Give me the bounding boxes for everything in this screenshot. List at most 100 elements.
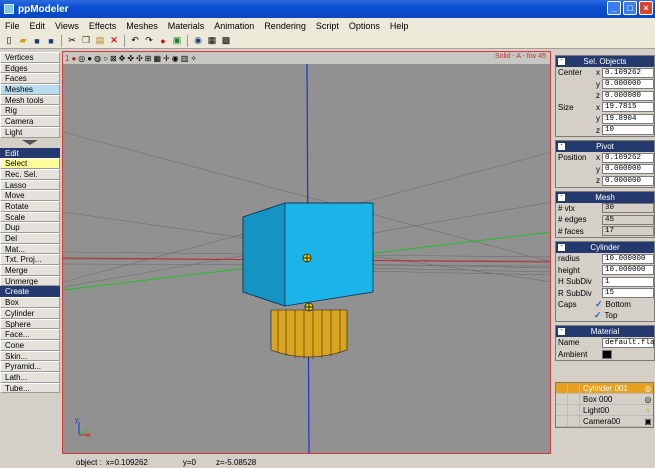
tool-vertices[interactable]: Vertices (0, 52, 60, 63)
tool-cone[interactable]: Cone (0, 339, 60, 351)
tool-skin[interactable]: Skin... (0, 350, 60, 362)
axis-toggle-icon[interactable]: ✛ (163, 54, 170, 63)
tool-lath[interactable]: Lath... (0, 371, 60, 383)
save-as-icon[interactable]: ■ (45, 35, 57, 47)
view-eye-icon[interactable]: ◉ (192, 35, 204, 47)
cylinder-object[interactable] (270, 309, 348, 359)
tool-cylinder[interactable]: Cylinder (0, 307, 60, 319)
tool-rotate[interactable]: Rotate (0, 200, 60, 212)
menu-file[interactable]: File (0, 21, 25, 31)
material-name-field[interactable]: default.fla (602, 337, 655, 348)
collapse-icon[interactable]: - (558, 327, 565, 335)
save-icon[interactable]: ■ (31, 35, 43, 47)
menu-edit[interactable]: Edit (25, 21, 51, 31)
tool-rec-sel[interactable]: Rec. Sel. (0, 168, 60, 180)
center-z-field[interactable]: 0.000000 (602, 90, 654, 101)
layout-toggle-icon[interactable]: ▥ (181, 54, 189, 63)
tool-rig[interactable]: Rig (0, 105, 60, 117)
center-x-field[interactable]: 0.109262 (602, 67, 654, 78)
tool-mat[interactable]: Mat... (0, 243, 60, 255)
menu-options[interactable]: Options (344, 21, 385, 31)
collapse-icon[interactable]: - (558, 243, 565, 251)
collapse-icon[interactable]: - (558, 57, 565, 65)
3d-viewport[interactable]: y x 1 ● ◎ ● ◍ ○ ⊠ ✥ ✜ ✣ ⊞ ▦ ✛ ◉ ▥ ✧ Soli… (62, 51, 551, 454)
close-button[interactable]: × (639, 1, 653, 15)
ambient-swatch[interactable] (602, 349, 612, 359)
cut-icon[interactable]: ✂ (66, 35, 78, 47)
open-folder-icon[interactable]: ▰ (17, 35, 29, 47)
camera-view-icon[interactable]: ⊠ (110, 54, 117, 63)
list-item[interactable]: Cylinder 001 ◎ (556, 382, 653, 394)
solid-icon[interactable]: ◎ (78, 54, 85, 63)
minimize-button[interactable]: _ (607, 1, 621, 15)
tool-select[interactable]: Select (0, 158, 60, 169)
size-z-field[interactable]: 10 (602, 125, 654, 136)
tool-faces[interactable]: Faces (0, 73, 60, 85)
tool-tube[interactable]: Tube... (0, 382, 60, 394)
tool-face[interactable]: Face... (0, 329, 60, 340)
maximize-button[interactable]: □ (623, 1, 637, 15)
tool-mesh-tools[interactable]: Mesh tools (0, 94, 60, 106)
tool-dup[interactable]: Dup (0, 222, 60, 233)
grid-toggle-icon[interactable]: ▦ (153, 54, 161, 63)
tool-del[interactable]: Del (0, 233, 60, 244)
tool-unmerge[interactable]: Unmerge (0, 275, 60, 287)
tool-camera[interactable]: Camera (0, 116, 60, 127)
height-field[interactable]: 10.000000 (602, 265, 654, 276)
hsub-field[interactable]: 1 (602, 276, 654, 287)
pivot-x-field[interactable]: 0.109262 (602, 152, 654, 163)
tool-move[interactable]: Move (0, 190, 60, 201)
collapse-icon[interactable]: - (558, 193, 565, 201)
wireframe-icon[interactable]: ● (71, 54, 76, 63)
tool-lasso[interactable]: Lasso (0, 179, 60, 191)
zoom-view-icon[interactable]: ✣ (136, 54, 143, 63)
pivot-y-field[interactable]: 0.000000 (602, 164, 654, 175)
collapse-icon[interactable]: - (558, 142, 565, 150)
record-icon[interactable]: ● (157, 35, 169, 47)
settings-icon[interactable]: ✧ (190, 54, 197, 63)
copy-icon[interactable]: ❐ (80, 35, 92, 47)
scene-canvas[interactable]: y x (63, 52, 551, 454)
delete-icon[interactable]: ✕ (108, 35, 120, 47)
pivot-icon[interactable] (302, 253, 312, 263)
tool-box[interactable]: Box (0, 297, 60, 308)
list-item[interactable]: Light00 ♀ (556, 404, 653, 416)
tool-pyramid[interactable]: Pyramid... (0, 361, 60, 372)
list-item[interactable]: Camera00 ▣ (556, 415, 653, 427)
cylinder-pivot-icon[interactable] (304, 302, 314, 312)
radius-field[interactable]: 10.000000 (602, 253, 654, 264)
layout-icon[interactable]: ▩ (220, 35, 232, 47)
tool-edges[interactable]: Edges (0, 62, 60, 74)
menu-views[interactable]: Views (50, 21, 84, 31)
render-icon[interactable]: ▣ (171, 35, 183, 47)
tool-txt-proj[interactable]: Txt. Proj... (0, 254, 60, 266)
fit-view-icon[interactable]: ⊞ (145, 54, 152, 63)
menu-meshes[interactable]: Meshes (121, 21, 163, 31)
tool-sphere[interactable]: Sphere (0, 318, 60, 330)
menu-effects[interactable]: Effects (84, 21, 121, 31)
center-y-field[interactable]: 0.000000 (602, 79, 654, 90)
menu-help[interactable]: Help (385, 21, 414, 31)
top-check-icon[interactable]: ✓ (594, 310, 602, 321)
texture-icon[interactable]: ◍ (94, 54, 101, 63)
bottom-label[interactable]: Bottom (606, 300, 631, 309)
top-label[interactable]: Top (605, 311, 618, 320)
list-item[interactable]: Box 000 ◎ (556, 393, 653, 405)
grid-icon[interactable]: ▦ (206, 35, 218, 47)
pivot-z-field[interactable]: 0.000000 (602, 175, 654, 186)
bottom-check-icon[interactable]: ✓ (595, 299, 603, 310)
menu-script[interactable]: Script (311, 21, 344, 31)
rsub-field[interactable]: 15 (602, 288, 654, 299)
rotate-view-icon[interactable]: ✥ (119, 54, 126, 63)
tool-light[interactable]: Light (0, 126, 60, 138)
size-x-field[interactable]: 19.7815 (602, 102, 654, 113)
smooth-icon[interactable]: ● (87, 54, 92, 63)
paste-icon[interactable]: ▤ (94, 35, 106, 47)
menu-materials[interactable]: Materials (163, 21, 210, 31)
size-y-field[interactable]: 19.8904 (602, 113, 654, 124)
tool-merge[interactable]: Merge (0, 265, 60, 276)
collapse-arrow-icon[interactable] (0, 138, 60, 148)
pan-view-icon[interactable]: ✜ (127, 54, 134, 63)
eye-toggle-icon[interactable]: ◉ (172, 54, 179, 63)
tool-meshes[interactable]: Meshes (0, 84, 60, 95)
